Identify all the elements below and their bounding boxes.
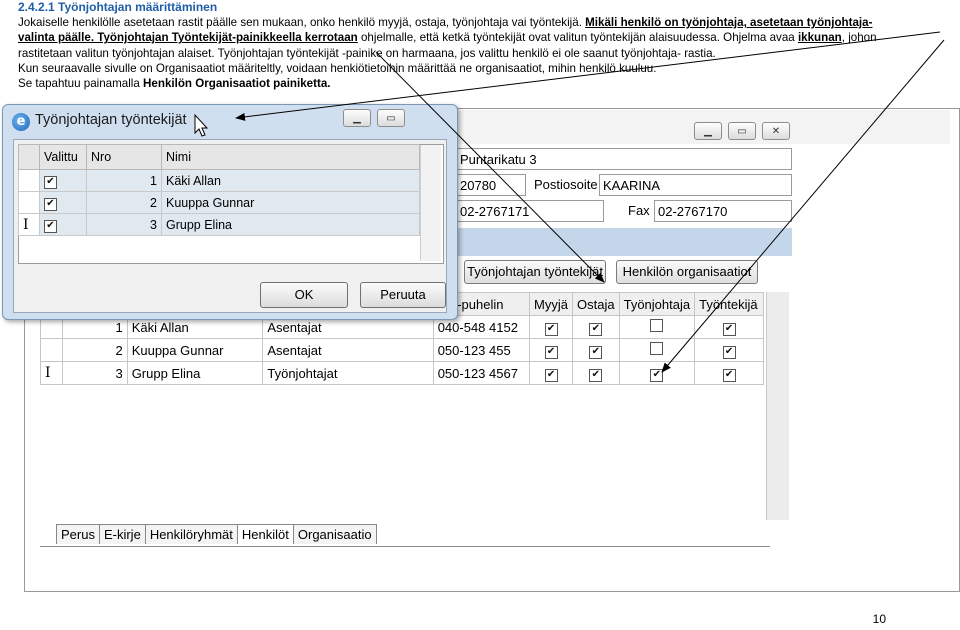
row-number: 2 <box>62 338 128 362</box>
mouse-pointer-icon <box>194 114 209 137</box>
row-name[interactable]: Grupp Elina <box>126 361 264 385</box>
foreman-checkbox[interactable] <box>650 342 664 355</box>
minimize-icon[interactable]: ▁ <box>694 122 722 140</box>
ok-button[interactable]: OK <box>260 282 348 308</box>
header-selected[interactable]: Valittu <box>39 144 87 170</box>
organisations-button[interactable]: Henkilön organisaatiot <box>616 260 758 284</box>
row-marker <box>18 191 40 214</box>
header-seller[interactable]: Myyjä <box>529 292 574 316</box>
row-number: 1 <box>86 169 162 192</box>
grid-row[interactable]: I ✔ 3 Grupp Elina <box>18 213 420 236</box>
foreman-checkbox[interactable]: ✔ <box>650 368 664 382</box>
grid-row[interactable]: ✔ 2 Kuuppa Gunnar <box>18 191 420 214</box>
tab-divider <box>40 546 770 547</box>
maximize-icon[interactable]: ▭ <box>728 122 756 140</box>
row-phone[interactable]: 050-123 455 <box>432 338 531 362</box>
table-scrollbar[interactable] <box>766 292 789 520</box>
seller-checkbox[interactable]: ✔ <box>544 368 558 382</box>
bold-underlined-text: valinta päälle. <box>18 31 95 45</box>
row-name[interactable]: Grupp Elina <box>161 213 420 236</box>
fax-field[interactable]: 02-2767170 <box>654 200 792 222</box>
row-number: 3 <box>62 361 128 385</box>
paragraph-line-2: valinta päälle. Työnjohtajan Työntekijät… <box>18 30 958 45</box>
header-buyer[interactable]: Ostaja <box>572 292 620 316</box>
text-span: Jokaiselle henkilölle asetetaan rastit p… <box>18 16 586 30</box>
row-name[interactable]: Kuuppa Gunnar <box>161 191 420 214</box>
close-icon[interactable]: ✕ <box>762 122 790 140</box>
header-worker[interactable]: Työntekijä <box>694 292 764 316</box>
page-number: 10 <box>872 612 886 626</box>
employee-grid: Valittu Nro Nimi ✔ 1 Käki Allan ✔ 2 Kuup… <box>18 144 420 236</box>
row-marker <box>18 169 40 192</box>
city-field[interactable]: KAARINA <box>599 174 792 196</box>
bold-text: Henkilön Organisaatiot painiketta. <box>143 77 331 91</box>
row-number: 2 <box>86 191 162 214</box>
selected-checkbox[interactable]: ✔ <box>44 219 57 233</box>
worker-checkbox[interactable]: ✔ <box>722 345 736 359</box>
worker-checkbox[interactable]: ✔ <box>722 368 736 382</box>
row-group[interactable]: Asentajat <box>262 338 434 362</box>
paragraph-line-3: rastitetaan valitun työnjohtajan alaiset… <box>18 46 716 60</box>
bold-underlined-text: Työnjohtajan Työntekijät-painikkeella ke… <box>94 31 358 45</box>
tab-henkiloryhmat[interactable]: Henkilöryhmät <box>144 524 238 544</box>
minimize-icon[interactable]: ▁ <box>343 109 371 127</box>
selected-checkbox[interactable]: ✔ <box>44 197 57 211</box>
text-cursor-icon: I <box>39 361 64 385</box>
bold-underlined-text: ikkunan <box>797 31 842 45</box>
buyer-checkbox[interactable]: ✔ <box>589 345 603 359</box>
postal-code-field[interactable]: 20780 <box>456 174 526 196</box>
tab-e-kirje[interactable]: E-kirje <box>98 524 146 544</box>
seller-checkbox[interactable]: ✔ <box>544 322 558 336</box>
cancel-button[interactable]: Peruuta <box>360 282 446 308</box>
fax-label: Fax <box>628 203 650 218</box>
table-row[interactable]: I 3 Grupp Elina Työnjohtajat 050-123 456… <box>39 361 764 385</box>
row-name[interactable]: Käki Allan <box>161 169 420 192</box>
header-number[interactable]: Nro <box>86 144 162 170</box>
text-span: ohjelmalle, että ketkä työntekijät ovat … <box>357 31 798 45</box>
tab-henkilot[interactable]: Henkilöt <box>236 524 294 544</box>
row-name[interactable]: Kuuppa Gunnar <box>126 338 264 362</box>
paragraph-line-4: Kun seuraavalle sivulle on Organisaatiot… <box>18 61 657 75</box>
person-form-titlebar <box>430 110 950 144</box>
grid-row[interactable]: ✔ 1 Käki Allan <box>18 169 420 192</box>
section-heading: 2.4.2.1 Työnjohtajan määrittäminen <box>18 0 218 14</box>
header-name[interactable]: Nimi <box>161 144 420 170</box>
table-row[interactable]: 2 Kuuppa Gunnar Asentajat 050-123 455 ✔ … <box>39 338 764 362</box>
text-span: Se tapahtuu painamalla <box>18 77 144 91</box>
text-span: , johon <box>841 31 877 45</box>
grid-header-row: Valittu Nro Nimi <box>18 144 420 170</box>
header-foreman[interactable]: Työnjohtaja <box>618 292 696 316</box>
selected-checkbox[interactable]: ✔ <box>44 175 57 189</box>
address-field[interactable]: Puntarikatu 3 <box>456 148 792 170</box>
grid-header-cell <box>18 144 40 170</box>
maximize-icon[interactable]: ▭ <box>377 109 405 127</box>
paragraph-line-5: Se tapahtuu painamalla Henkilön Organisa… <box>18 76 958 91</box>
bold-underlined-text: Mikäli henkilö on työnjohtaja, asetetaan… <box>585 16 873 30</box>
tab-bar: Perus E-kirje Henkilöryhmät Henkilöt Org… <box>56 524 377 544</box>
dialog-title: Työnjohtajan työntekijät <box>35 112 187 128</box>
window-controls: ▁ ▭ ✕ <box>694 122 790 140</box>
text-cursor-icon: I <box>18 213 40 236</box>
dialog-scrollbar[interactable] <box>420 145 441 261</box>
employees-button[interactable]: Työnjohtajan työntekijät <box>464 260 606 284</box>
tab-organisaatio[interactable]: Organisaatio <box>292 524 377 544</box>
city-label: Postiosoite <box>534 177 598 192</box>
app-icon: e <box>12 113 30 131</box>
row-group[interactable]: Työnjohtajat <box>262 361 434 385</box>
buyer-checkbox[interactable]: ✔ <box>589 322 603 336</box>
row-number: 3 <box>86 213 162 236</box>
document-body: 2.4.2.1 Työnjohtajan määrittäminen Jokai… <box>18 0 958 91</box>
seller-checkbox[interactable]: ✔ <box>544 345 558 359</box>
tab-perus[interactable]: Perus <box>56 524 100 544</box>
row-phone[interactable]: 050-123 4567 <box>432 361 531 385</box>
foreman-checkbox[interactable] <box>650 319 664 332</box>
buyer-checkbox[interactable]: ✔ <box>589 368 603 382</box>
dialog-window-controls: ▁ ▭ <box>343 109 405 127</box>
worker-checkbox[interactable]: ✔ <box>722 322 736 336</box>
paragraph-line-1: Jokaiselle henkilölle asetetaan rastit p… <box>18 15 958 30</box>
row-marker <box>39 338 64 362</box>
phone-field[interactable]: 02-2767171 <box>456 200 604 222</box>
